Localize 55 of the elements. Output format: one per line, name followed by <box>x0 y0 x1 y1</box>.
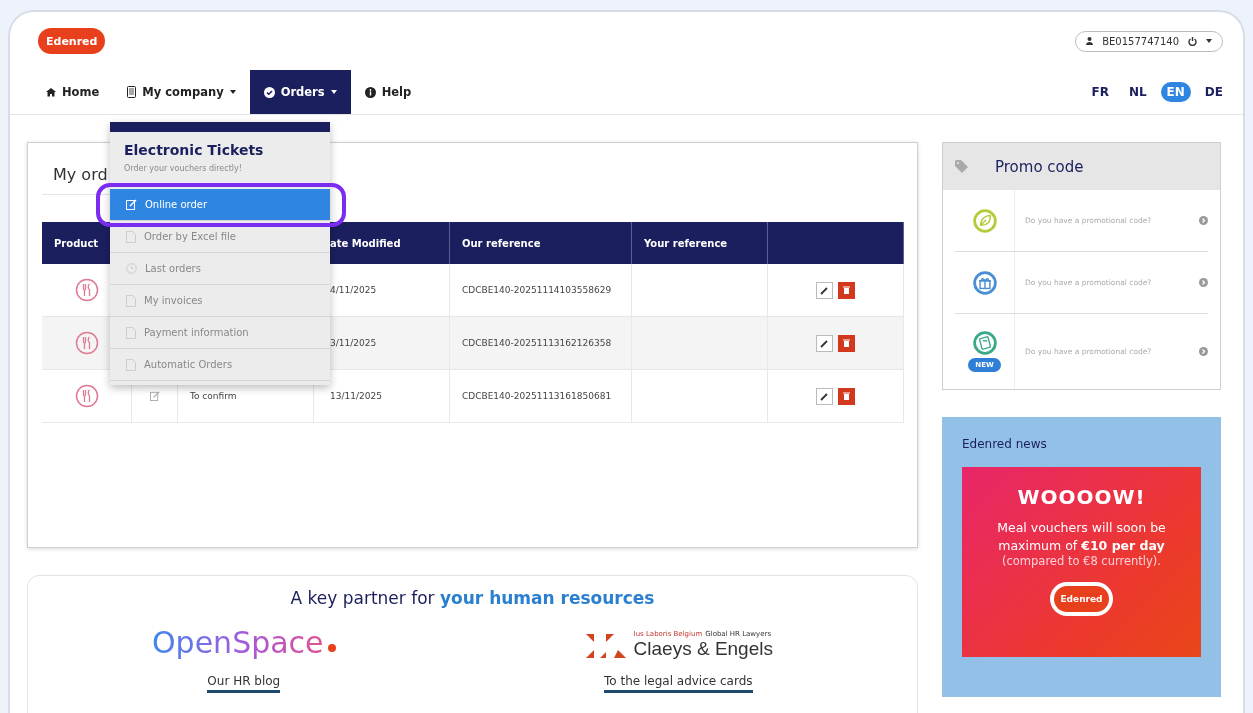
language-option[interactable]: EN <box>1160 82 1191 102</box>
column-header: Our reference <box>450 222 632 264</box>
edit-button[interactable] <box>816 281 833 299</box>
edit-button[interactable] <box>816 334 833 352</box>
news-title: Edenred news <box>962 437 1048 451</box>
nav-item[interactable]: Help <box>350 70 426 114</box>
home-icon <box>46 87 56 97</box>
document-icon <box>126 326 136 339</box>
language-option[interactable]: FR <box>1085 82 1115 102</box>
cutlery-icon <box>74 278 99 302</box>
delete-button[interactable] <box>838 387 855 405</box>
delete-button[interactable] <box>838 281 855 299</box>
edit-button[interactable] <box>816 387 833 405</box>
nav-item[interactable]: My company <box>113 70 250 114</box>
banner-text: Meal vouchers will soon be maximum of €10 per day <box>996 519 1167 554</box>
check-circle-icon <box>263 86 275 98</box>
table-cell: 13/11/2025 <box>314 370 450 423</box>
edit-icon <box>126 199 137 210</box>
table-cell: CDCBE140-20251114103558629 <box>450 264 632 317</box>
delete-button[interactable] <box>838 334 855 352</box>
language-option[interactable]: DE <box>1198 82 1229 102</box>
power-icon <box>1188 36 1197 46</box>
banner-headline: WOOOOW! <box>1017 485 1146 509</box>
arrow-circle-icon <box>1199 347 1208 356</box>
tablet-icon <box>127 86 137 98</box>
claeys-engels-logo: Claeys & Engels <box>633 638 773 660</box>
cutlery-icon <box>74 331 99 355</box>
menu-item[interactable]: Online order <box>110 189 330 221</box>
nav-item[interactable]: Home <box>32 70 114 114</box>
account-id: BE0157747140 <box>1102 35 1179 47</box>
menu-title: Electronic Tickets <box>123 141 265 160</box>
document-icon <box>126 358 136 371</box>
caret-icon <box>1206 39 1212 43</box>
document-icon <box>126 230 136 243</box>
table-cell: CDCBE140-20251113162126358 <box>450 317 632 370</box>
promo-title: Promo code <box>995 157 1084 176</box>
cutlery-icon <box>74 384 99 408</box>
banner-note: (compared to €8 currently). <box>1002 554 1161 568</box>
edit-icon <box>149 391 160 401</box>
table-cell: CDCBE140-20251113161850681 <box>450 370 632 423</box>
info-icon <box>364 86 376 98</box>
arrow-circle-icon <box>1199 278 1208 287</box>
language-option[interactable]: NL <box>1122 82 1153 102</box>
menu-subtitle: Order your vouchers directly! <box>123 163 243 175</box>
edenred-logo: Edenred <box>38 28 106 54</box>
nav-item[interactable]: Orders <box>249 70 351 114</box>
document-icon <box>126 294 136 307</box>
column-header: Your reference <box>632 222 768 264</box>
user-icon <box>1086 37 1094 45</box>
partners-heading: A key partner for your human resources <box>290 588 655 608</box>
arrow-circle-icon <box>1199 216 1208 225</box>
blog-link[interactable]: Our HR blog <box>207 674 281 693</box>
clock-icon <box>126 263 137 274</box>
legal-advice-link[interactable]: To the legal advice cards <box>604 674 753 693</box>
edenred-logo: Edenred <box>1050 582 1113 616</box>
